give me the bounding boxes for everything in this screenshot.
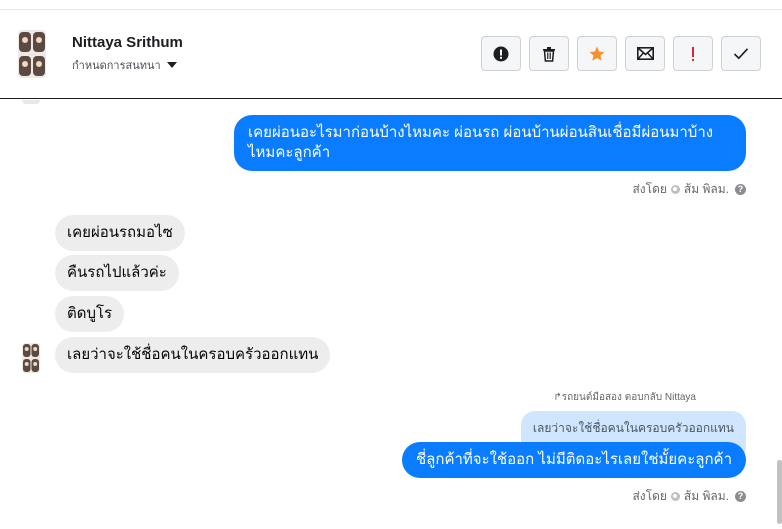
outgoing-message-1[interactable]: เคยผ่อนอะไรมาก่อนบ้างไหมคะ ผ่อนรถ ผ่อนบ้… — [234, 115, 746, 171]
scrollbar-thumb[interactable] — [777, 460, 782, 524]
reply-context: ↱รถยนต์มือสอง ตอบกลับ Nittaya — [553, 390, 696, 405]
incoming-message-4[interactable]: เลยว่าจะใช้ชื่อคนในครอบครัวออกแทน — [55, 337, 331, 373]
incoming-message-1[interactable]: เคยผ่อนรถมอไซ — [55, 215, 185, 251]
delete-button[interactable] — [529, 36, 569, 71]
report-spam-button[interactable] — [481, 36, 521, 71]
contact-name[interactable]: Nittaya Srithum — [72, 34, 183, 51]
conversation-label: กำหนดการสนทนา — [72, 60, 161, 72]
sent-by-line-2: ส่งโดย ส้ม พิลม. ? — [632, 487, 746, 506]
conversation-label-dropdown[interactable]: กำหนดการสนทนา — [72, 56, 177, 74]
contact-avatar-small[interactable] — [22, 343, 40, 373]
sender-name[interactable]: ส้ม พิลม. — [684, 180, 729, 199]
conversation-header: Nittaya Srithum กำหนดการสนทนา — [0, 10, 782, 99]
help-icon[interactable]: ? — [735, 491, 746, 502]
sent-by-label: ส่งโดย — [632, 489, 667, 503]
trash-icon — [543, 46, 555, 62]
help-icon[interactable]: ? — [735, 184, 746, 195]
previous-avatar-edge — [22, 100, 40, 104]
incoming-message-3[interactable]: ติดบูโร — [55, 296, 125, 332]
sent-by-label: ส่งโดย — [632, 182, 667, 196]
header-toolbar — [481, 36, 761, 71]
sender-name[interactable]: ส้ม พิลม. — [684, 487, 729, 506]
star-icon — [589, 46, 605, 61]
incoming-message-2[interactable]: คืนรถไปแล้วค่ะ — [55, 255, 179, 291]
message-thread[interactable]: เคยผ่อนอะไรมาก่อนบ้างไหมคะ ผ่อนรถ ผ่อนบ้… — [0, 100, 782, 529]
seen-dot-icon — [670, 185, 680, 194]
top-edge — [0, 0, 782, 10]
sent-by-line-1: ส่งโดย ส้ม พิลม. ? — [632, 180, 746, 199]
outgoing-message-2[interactable]: ชี่ลูกค้าที่จะใช้ออก ไม่มีติดอะไรเลยใช่ม… — [402, 442, 746, 478]
reply-arrow-icon: ↱ — [553, 392, 562, 403]
contact-avatar[interactable] — [18, 30, 46, 78]
reply-context-label: รถยนต์มือสอง ตอบกลับ Nittaya — [561, 392, 696, 403]
checkmark-icon — [733, 48, 749, 60]
mark-unread-button[interactable] — [625, 36, 665, 71]
mark-done-button[interactable] — [721, 36, 761, 71]
envelope-icon — [636, 47, 654, 60]
alert-circle-icon — [493, 46, 509, 61]
follow-up-button[interactable] — [673, 36, 713, 71]
exclamation-icon — [692, 46, 694, 61]
star-button[interactable] — [577, 36, 617, 71]
caret-down-icon — [166, 62, 177, 68]
seen-dot-icon — [670, 492, 680, 501]
